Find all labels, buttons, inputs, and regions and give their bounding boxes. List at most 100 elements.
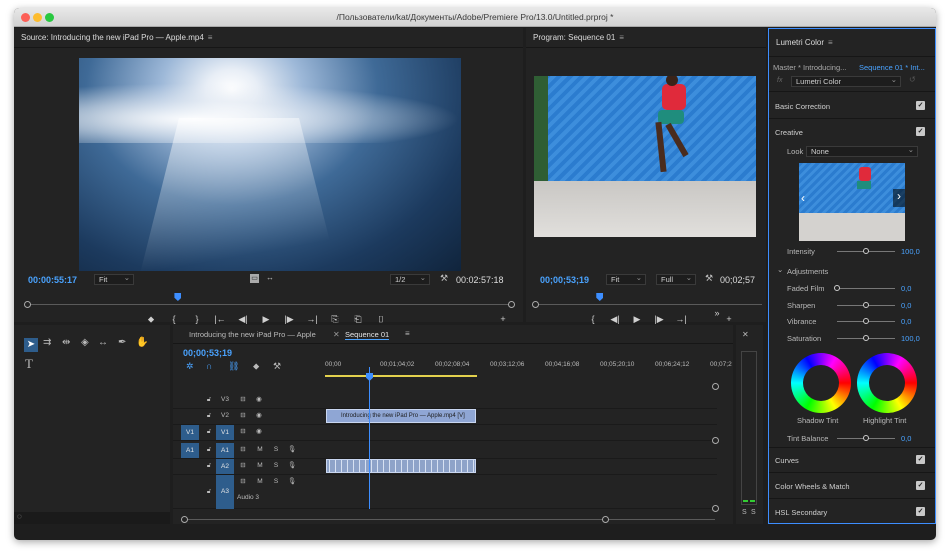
mute-button[interactable]: M (255, 475, 265, 489)
program-title[interactable]: Program: Sequence 01 (533, 33, 615, 42)
eye-icon[interactable]: ◉ (253, 425, 265, 439)
mute-button[interactable]: M (255, 443, 265, 457)
adjustments-chevron-icon[interactable]: ⌄ (777, 265, 783, 274)
slider-knob[interactable] (834, 285, 840, 291)
lock-icon[interactable]: 🔓︎ (205, 485, 213, 499)
track-v1-label[interactable]: V1 (216, 425, 234, 440)
sequence-clip-tab[interactable]: Sequence 01 * Int... (859, 63, 925, 72)
sync-icon[interactable]: ⊟ (237, 459, 249, 473)
track-a2-label[interactable]: A2 (216, 459, 234, 474)
source-title[interactable]: Source: Introducing the new iPad Pro — A… (21, 33, 204, 42)
audio-track-name[interactable]: Audio 3 (237, 491, 277, 505)
track-a1-label[interactable]: A1 (216, 443, 234, 458)
source-timecode[interactable]: 00:00:55:17 (28, 275, 77, 285)
vscroll-handle[interactable] (712, 383, 719, 390)
button-editor-button[interactable]: + (496, 314, 510, 324)
mic-icon[interactable]: 🎙︎ (287, 443, 297, 457)
overwrite-button[interactable]: ⎗ (351, 314, 365, 325)
adjustment-slider[interactable] (837, 334, 895, 341)
timeline-zoom-scroll[interactable] (185, 519, 715, 520)
solo-button[interactable]: S (271, 443, 281, 457)
mark-in-button[interactable]: { (586, 314, 600, 324)
tint-balance-slider[interactable] (837, 435, 895, 441)
mark-in-button[interactable]: { (167, 314, 181, 324)
timeline-playhead[interactable] (366, 373, 373, 381)
zoom-handle-left[interactable] (181, 516, 188, 523)
program-fit-dropdown[interactable]: Fit (606, 273, 646, 285)
go-to-out-button[interactable]: →| (674, 314, 688, 324)
slider-knob[interactable] (863, 334, 869, 341)
sync-icon[interactable]: ⊟ (237, 393, 249, 407)
slider-knob[interactable] (863, 248, 869, 254)
eye-icon[interactable]: ◉ (253, 409, 265, 423)
master-clip-tab[interactable]: Master * Introducing... (773, 63, 846, 72)
program-timecode[interactable]: 00;00;53;19 (540, 275, 589, 285)
program-in-handle[interactable] (532, 301, 539, 308)
adjustment-slider[interactable] (834, 285, 895, 291)
selection-tool-icon[interactable]: ➤ (24, 338, 38, 352)
minimize-window-button[interactable] (33, 13, 42, 22)
insert-button[interactable]: ⎘ (328, 314, 342, 325)
slider-knob[interactable] (863, 435, 869, 441)
play-button[interactable]: ▶ (630, 314, 644, 325)
program-scrub-bar[interactable] (536, 304, 762, 305)
curves-checkbox[interactable]: ✓ (916, 455, 925, 464)
solo-right-button[interactable]: S (751, 509, 756, 516)
vscroll-handle[interactable] (712, 505, 719, 512)
slider-value[interactable]: 100,0 (901, 334, 920, 343)
snap-icon[interactable]: ∩ (206, 361, 212, 371)
source-patch-v1[interactable]: V1 (181, 425, 199, 440)
wrench-icon[interactable]: ⚒ (273, 361, 281, 372)
look-preview[interactable]: ‹ › (799, 163, 905, 241)
lock-icon[interactable]: 🔓︎ (205, 443, 213, 457)
solo-button[interactable]: S (271, 459, 281, 473)
hsl-secondary-checkbox[interactable]: ✓ (916, 507, 925, 516)
source-scrub-bar[interactable] (28, 304, 510, 305)
lock-icon[interactable]: 🔓︎ (205, 459, 213, 473)
nest-icon[interactable]: ✲ (186, 361, 194, 372)
program-resolution-dropdown[interactable]: Full (656, 273, 696, 285)
track-select-tool-icon[interactable]: ⇉ (43, 337, 51, 348)
go-to-out-button[interactable]: →| (305, 314, 319, 324)
step-forward-button[interactable]: |▶ (282, 314, 296, 325)
ripple-edit-tool-icon[interactable]: ⇹ (62, 337, 70, 348)
time-ruler[interactable]: 00;00 00;01;04;02 00;02;08;04 00;03;12;06 00… (325, 361, 732, 375)
panel-menu-icon[interactable]: ≡ (208, 28, 213, 48)
step-forward-button[interactable]: |▶ (652, 314, 666, 325)
timeline-playhead-line[interactable] (369, 367, 370, 509)
mark-out-button[interactable]: } (190, 314, 204, 324)
sync-icon[interactable]: ⊟ (237, 425, 249, 439)
look-dropdown[interactable]: None (806, 145, 918, 157)
razor-tool-icon[interactable]: ◈ (81, 337, 89, 348)
highlight-tint-wheel[interactable] (857, 353, 917, 413)
lock-icon[interactable]: 🔓︎ (205, 409, 213, 423)
timeline-timecode[interactable]: 00;00;53;19 (183, 348, 232, 358)
slider-value[interactable]: 0,0 (901, 301, 911, 310)
tab-source-sequence[interactable]: Introducing the new iPad Pro — Apple (189, 330, 316, 339)
work-area-bar[interactable] (325, 375, 477, 377)
effect-dropdown[interactable]: Lumetri Color (791, 75, 901, 87)
zoom-handle-right[interactable] (602, 516, 609, 523)
slider-knob[interactable] (863, 301, 869, 308)
mic-icon[interactable]: 🎙︎ (287, 475, 297, 489)
color-wheels-checkbox[interactable]: ✓ (916, 481, 925, 490)
vscroll-handle[interactable] (712, 437, 719, 444)
panel-menu-icon[interactable]: ≡ (405, 329, 410, 338)
step-back-button[interactable]: ◀| (608, 314, 622, 325)
sync-icon[interactable]: ⊟ (237, 475, 249, 489)
audio-clip[interactable] (326, 459, 476, 473)
add-marker-button[interactable]: ⬥ (144, 314, 158, 325)
solo-button[interactable]: S (271, 475, 281, 489)
wrench-icon[interactable]: ⚒ (705, 273, 713, 284)
pen-tool-icon[interactable]: ✒ (118, 337, 126, 348)
button-editor-button[interactable]: + (722, 314, 736, 324)
adjustment-slider[interactable] (837, 318, 895, 324)
source-fit-dropdown[interactable]: Fit (94, 273, 134, 285)
export-frame-button[interactable]: ⌷ (374, 314, 388, 325)
source-patch-a1[interactable]: A1 (181, 443, 199, 458)
source-in-handle[interactable] (24, 301, 31, 308)
program-playhead[interactable] (596, 293, 604, 301)
section-color-wheels[interactable]: Color Wheels & Match (775, 482, 935, 491)
safe-margins-icon[interactable]: ▭ (250, 274, 259, 283)
creative-checkbox[interactable]: ✓ (916, 127, 925, 136)
